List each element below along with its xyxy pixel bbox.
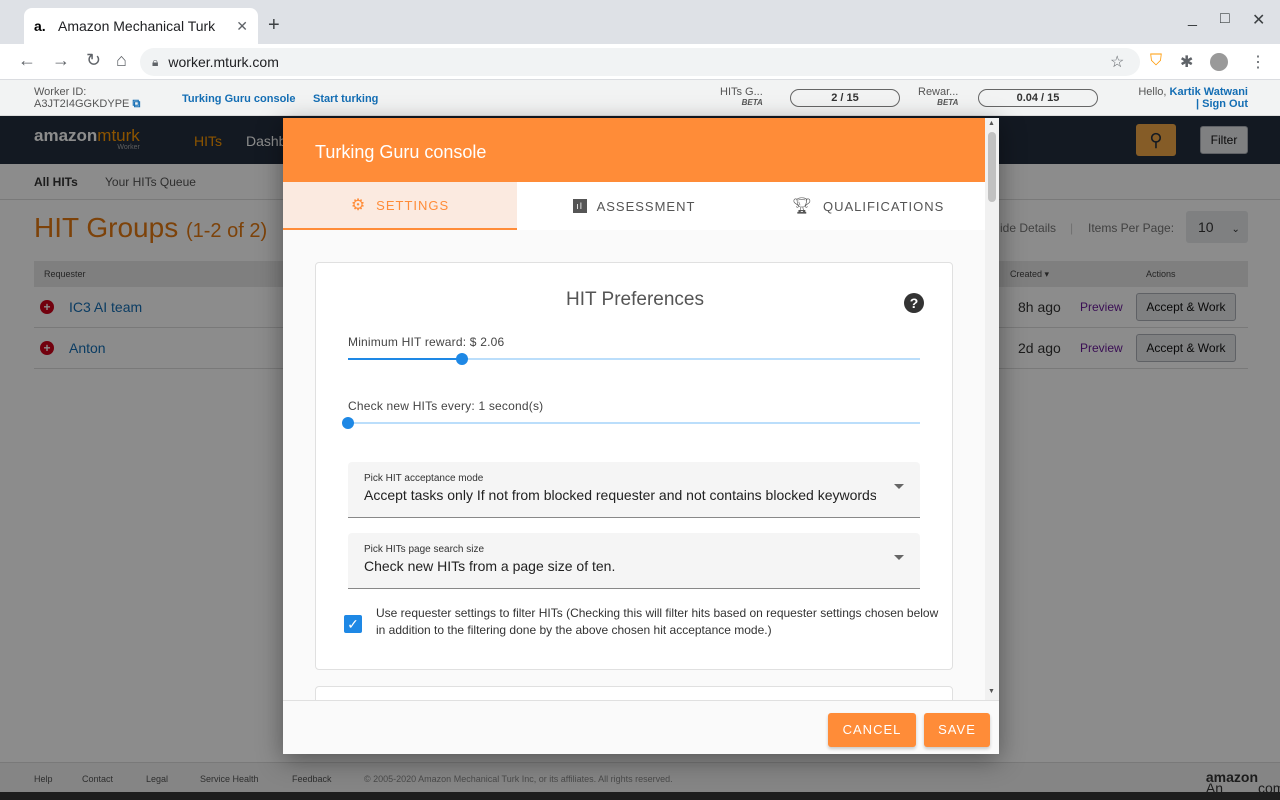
scroll-down-icon[interactable]: ▼ — [988, 688, 995, 695]
acceptance-mode-select[interactable]: Pick HIT acceptance mode Accept tasks on… — [348, 462, 920, 518]
scroll-up-icon[interactable]: ▲ — [988, 120, 995, 127]
browser-toolbar: ← → ↻ ⌂ 🔒︎ worker.mturk.com ☆ ⛉ ✱ ⋮ — [0, 44, 1280, 80]
address-bar[interactable]: 🔒︎ worker.mturk.com — [140, 48, 1140, 76]
home-icon[interactable]: ⌂ — [116, 50, 127, 71]
tab-qualifications[interactable]: 🏆︎ QUALIFICATIONS — [751, 182, 985, 230]
check-every-slider[interactable] — [342, 417, 920, 429]
reward-goal-label: Rewar... BETA — [918, 86, 959, 107]
search-size-value: Check new HITs from a page size of ten. — [364, 558, 616, 574]
gear-icon: ⚙ — [350, 197, 367, 214]
worker-info-bar: Worker ID: A3JT2I4GGKDYPE ⧉ Turking Guru… — [0, 80, 1280, 116]
cancel-button[interactable]: CANCEL — [828, 713, 916, 747]
check-every-label: Check new HITs every: 1 second(s) — [348, 399, 544, 413]
modal-title: Turking Guru console — [283, 118, 999, 182]
tab-title: Amazon Mechanical Turk — [58, 18, 216, 34]
min-reward-fill — [348, 358, 463, 360]
bar-chart-icon: ıl — [572, 199, 587, 213]
scrollbar-thumb[interactable] — [988, 132, 996, 202]
lock-icon: 🔒︎ — [152, 54, 159, 69]
min-reward-slider[interactable] — [348, 353, 920, 365]
forward-icon[interactable]: → — [52, 50, 70, 71]
profile-avatar[interactable] — [1210, 53, 1228, 71]
modal-scrollbar[interactable]: ▲ ▼ — [985, 118, 999, 700]
browser-tab[interactable]: a. Amazon Mechanical Turk ✕ — [24, 8, 258, 44]
sign-out-link[interactable]: | Sign Out — [1138, 98, 1248, 110]
bookmark-star-icon[interactable]: ☆ — [1110, 52, 1124, 72]
reload-icon[interactable]: ↻ — [86, 50, 101, 71]
back-icon[interactable]: ← — [18, 50, 36, 71]
modal-footer: CANCEL SAVE — [283, 700, 999, 754]
worker-id: A3JT2I4GGKDYPE — [34, 98, 130, 110]
min-reward-label: Minimum HIT reward: $ 2.06 — [348, 335, 505, 349]
dropdown-caret-icon — [894, 555, 904, 560]
trophy-icon: 🏆︎ — [791, 198, 813, 215]
worker-id-label: Worker ID: — [34, 86, 87, 98]
save-button[interactable]: SAVE — [924, 713, 990, 747]
turking-guru-console-link[interactable]: Turking Guru console — [182, 93, 295, 105]
new-tab-icon[interactable]: + — [268, 14, 280, 37]
user-name-link[interactable]: Kartik Watwani — [1170, 86, 1248, 98]
start-turking-link[interactable]: Start turking — [313, 93, 378, 105]
modal-tabs: ⚙ SETTINGS ıl ASSESSMENT 🏆︎ QUALIFICATIO… — [283, 182, 985, 230]
tab-close-icon[interactable]: ✕ — [236, 18, 248, 35]
browser-tabstrip: a. Amazon Mechanical Turk ✕ + _ □ ✕ — [0, 0, 1280, 44]
min-reward-knob[interactable] — [456, 353, 469, 365]
requester-filter-checkbox[interactable]: ✓ — [344, 615, 362, 633]
user-greeting: Hello, Kartik Watwani | Sign Out — [1138, 86, 1248, 110]
search-size-label: Pick HITs page search size — [364, 544, 485, 555]
amazon-favicon-icon: a. — [34, 18, 46, 34]
puzzle-icon[interactable]: ✱ — [1180, 52, 1193, 72]
checkmark-icon: ✓ — [347, 616, 359, 632]
close-window-icon[interactable]: ✕ — [1252, 10, 1265, 30]
help-icon[interactable]: ? — [904, 293, 924, 313]
tab-settings[interactable]: ⚙ SETTINGS — [283, 182, 517, 230]
hits-goal-label: HITs G... BETA — [720, 86, 763, 107]
reward-goal-meter: 0.04 / 15 — [978, 89, 1098, 107]
worker-id-block: Worker ID: A3JT2I4GGKDYPE ⧉ — [34, 86, 140, 110]
maximize-icon[interactable]: □ — [1220, 10, 1230, 28]
turking-guru-modal: Turking Guru console ⚙ SETTINGS ıl ASSES… — [283, 118, 999, 754]
check-every-knob[interactable] — [342, 417, 354, 429]
url-text: worker.mturk.com — [168, 54, 279, 70]
acceptance-mode-label: Pick HIT acceptance mode — [364, 473, 484, 484]
copy-icon[interactable]: ⧉ — [132, 98, 140, 110]
minimize-icon[interactable]: _ — [1188, 10, 1197, 28]
acceptance-mode-value: Accept tasks only If not from blocked re… — [364, 487, 876, 503]
terminal-strip — [0, 792, 1280, 800]
requester-filter-label: Use requester settings to filter HITs (C… — [376, 606, 939, 637]
hits-goal-meter: 2 / 15 — [790, 89, 900, 107]
menu-dots-icon[interactable]: ⋮ — [1250, 52, 1266, 72]
search-size-select[interactable]: Pick HITs page search size Check new HIT… — [348, 533, 920, 589]
hit-preferences-card: HIT Preferences ? Minimum HIT reward: $ … — [315, 262, 953, 670]
dropdown-caret-icon — [894, 484, 904, 489]
card-title: HIT Preferences — [566, 289, 704, 310]
extension-icon[interactable]: ⛉ — [1150, 52, 1162, 70]
tab-assessment[interactable]: ıl ASSESSMENT — [517, 182, 751, 230]
